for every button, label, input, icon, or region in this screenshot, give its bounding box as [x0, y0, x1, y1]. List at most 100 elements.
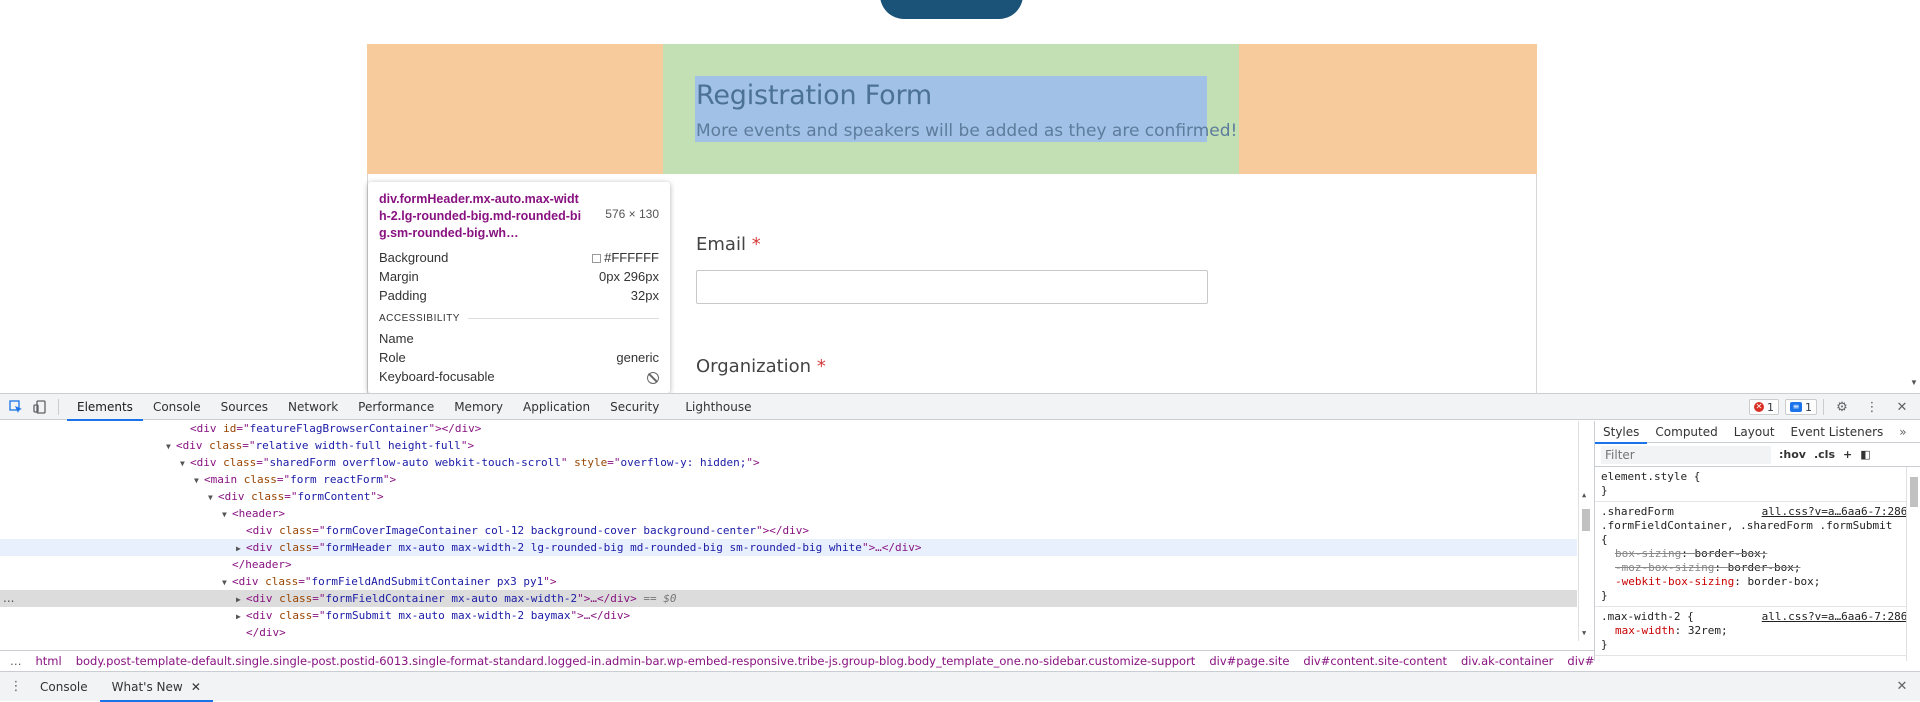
tab-sources[interactable]: Sources: [211, 394, 278, 420]
expand-toggle-icon[interactable]: ▼: [222, 506, 232, 523]
css-rule: all.css?v=a…6aa6-7:2865 .max-width-2 {max…: [1595, 607, 1920, 656]
expand-toggle-icon[interactable]: ▼: [208, 489, 218, 506]
tab-elements[interactable]: Elements: [67, 394, 143, 421]
css-property[interactable]: max-width: 32rem;: [1601, 624, 1914, 638]
more-options-icon[interactable]: ⋮: [1860, 395, 1884, 419]
dom-node-line[interactable]: ... ▶ <div class="formFieldContainer mx-au…: [0, 590, 1577, 607]
top-button[interactable]: [880, 0, 1023, 19]
dom-node-line[interactable]: ▶ <div class="formHeader mx-auto max-widt…: [0, 539, 1577, 556]
message-count-badge[interactable]: ≡ 1: [1785, 399, 1817, 415]
breadcrumb-item[interactable]: div#content.site-content: [1296, 654, 1454, 668]
scrollbar-thumb[interactable]: [1582, 509, 1590, 531]
rule-selector[interactable]: .max-width-2 {: [1601, 610, 1694, 623]
expand-toggle-icon[interactable]: ▼: [194, 472, 204, 489]
breadcrumb-item[interactable]: html: [29, 654, 69, 668]
inspect-element-icon[interactable]: [4, 395, 28, 419]
rule-source-link[interactable]: all.css?v=a…6aa6-7:2865: [1762, 610, 1914, 624]
hover-state-toggle[interactable]: :hov: [1779, 448, 1806, 461]
css-property[interactable]: -moz-box-sizing: border-box;: [1601, 561, 1914, 575]
tab-layout[interactable]: Layout: [1726, 421, 1783, 443]
devtools-panel: Elements Console Sources Network Perform…: [0, 393, 1920, 702]
breadcrumb-item[interactable]: body.post-template-default.single.single…: [69, 654, 1203, 668]
breadcrumb-item[interactable]: div#primary.content-: [1560, 654, 1594, 668]
styles-scrollbar[interactable]: [1906, 467, 1920, 661]
tag-close: >…</div>: [868, 541, 922, 554]
breadcrumb-item[interactable]: div#page.site: [1202, 654, 1296, 668]
expand-toggle-icon[interactable]: ▶: [236, 540, 246, 557]
tab-performance[interactable]: Performance: [348, 394, 444, 420]
scrollbar-thumb[interactable]: [1910, 477, 1918, 507]
tag-close: >: [278, 507, 285, 520]
dom-node-line[interactable]: <div id="featureFlagBrowserContainer"></…: [0, 421, 1577, 437]
close-icon[interactable]: ✕: [1890, 395, 1914, 419]
dom-node-line[interactable]: ▼ <div class="formContent">: [0, 488, 1577, 505]
rule-selector[interactable]: element.style {: [1601, 470, 1700, 483]
toggle-sidebar-icon[interactable]: ◧: [1860, 448, 1870, 461]
highlight-margin-left: [367, 44, 663, 174]
css-property[interactable]: box-sizing: border-box;: [1601, 547, 1914, 561]
dom-node-line[interactable]: ▼ <div class="relative width-full height-…: [0, 437, 1577, 454]
elements-tree[interactable]: <div id="featureFlagBrowserContainer"></…: [0, 421, 1594, 641]
tab-memory[interactable]: Memory: [444, 394, 513, 420]
tag-name: <div: [246, 609, 273, 622]
elements-scrollbar[interactable]: ▲ ▼: [1578, 421, 1592, 641]
tag-name: <main: [204, 473, 238, 486]
tag-name: <div: [218, 490, 245, 503]
dom-node-line[interactable]: ▼ <header>: [0, 505, 1577, 522]
css-property[interactable]: -webkit-box-sizing: border-box;: [1601, 575, 1914, 589]
drawer-tab-whats-new[interactable]: What's New ✕: [99, 672, 214, 702]
required-mark: *: [751, 234, 761, 255]
new-rule-icon[interactable]: +: [1843, 448, 1852, 461]
dom-node-line[interactable]: ▼ <main class="form reactForm">: [0, 471, 1577, 488]
scroll-down-icon[interactable]: ▼: [1910, 378, 1918, 387]
tab-security[interactable]: Security: [600, 394, 669, 420]
tab-network[interactable]: Network: [278, 394, 348, 420]
tab-console[interactable]: Console: [143, 394, 211, 420]
node-menu-icon[interactable]: ...: [3, 590, 14, 607]
expand-toggle-icon[interactable]: ▶: [236, 591, 246, 608]
tab-styles[interactable]: Styles: [1595, 421, 1648, 444]
email-label: Email *: [696, 234, 761, 255]
more-tabs-icon[interactable]: »: [1891, 421, 1914, 443]
tab-event-listeners[interactable]: Event Listeners: [1783, 421, 1892, 443]
tab-application[interactable]: Application: [513, 394, 600, 420]
attr-name: class: [279, 609, 313, 622]
tab-computed[interactable]: Computed: [1647, 421, 1725, 443]
gear-icon[interactable]: ⚙: [1830, 395, 1854, 419]
device-toolbar-icon[interactable]: [28, 395, 52, 419]
tag-name: <div: [246, 592, 273, 605]
property-name: -moz-box-sizing: [1615, 561, 1715, 574]
rule-selector[interactable]: .sharedForm: [1601, 505, 1674, 518]
dom-node-line[interactable]: <div class="formCoverImageContainer col-…: [0, 522, 1577, 539]
dom-node-line[interactable]: ▼ <div class="formFieldAndSubmitContainer…: [0, 573, 1577, 590]
expand-toggle-icon[interactable]: ▼: [166, 438, 176, 455]
rule-selector[interactable]: .formFieldContainer, .sharedForm .formSu…: [1601, 519, 1914, 533]
tooltip-row-role: Role generic: [379, 350, 659, 365]
expand-toggle-icon[interactable]: ▼: [180, 455, 190, 472]
dom-node-line[interactable]: </div>: [0, 624, 1577, 641]
expand-toggle-icon[interactable]: ▼: [222, 574, 232, 591]
expand-toggle-icon[interactable]: ▶: [236, 608, 246, 625]
page-scrollbar[interactable]: ▼: [1907, 0, 1920, 393]
dom-node-line[interactable]: ▼ <div class="sharedForm overflow-auto we…: [0, 454, 1577, 471]
drawer-tab-console[interactable]: Console: [28, 672, 100, 702]
message-icon: ≡: [1790, 402, 1802, 412]
email-field[interactable]: [696, 270, 1208, 304]
tab-lighthouse[interactable]: Lighthouse: [675, 394, 761, 420]
error-count-badge[interactable]: ✕ 1: [1749, 399, 1779, 415]
close-tab-icon[interactable]: ✕: [187, 680, 201, 694]
close-drawer-icon[interactable]: ✕: [1890, 675, 1914, 699]
drawer-menu-icon[interactable]: ⋮: [4, 675, 28, 699]
dom-node-line[interactable]: ▶ <div class="formSubmit mx-auto max-widt…: [0, 607, 1577, 624]
email-label-text: Email: [696, 234, 746, 255]
dom-node-line[interactable]: </header>: [0, 556, 1577, 573]
rule-source-link[interactable]: all.css?v=a…6aa6-7:2860: [1762, 505, 1914, 519]
styles-filter-input[interactable]: [1601, 445, 1771, 464]
breadcrumb-item[interactable]: div.ak-container: [1454, 654, 1560, 668]
class-toggle[interactable]: .cls: [1814, 448, 1835, 461]
breadcrumb-overflow[interactable]: …: [0, 654, 29, 668]
scroll-down-icon[interactable]: ▼: [1582, 629, 1586, 637]
scroll-up-icon[interactable]: ▲: [1582, 491, 1586, 499]
css-rule: element.style {}: [1595, 467, 1920, 502]
tag-name: <div: [176, 439, 203, 452]
